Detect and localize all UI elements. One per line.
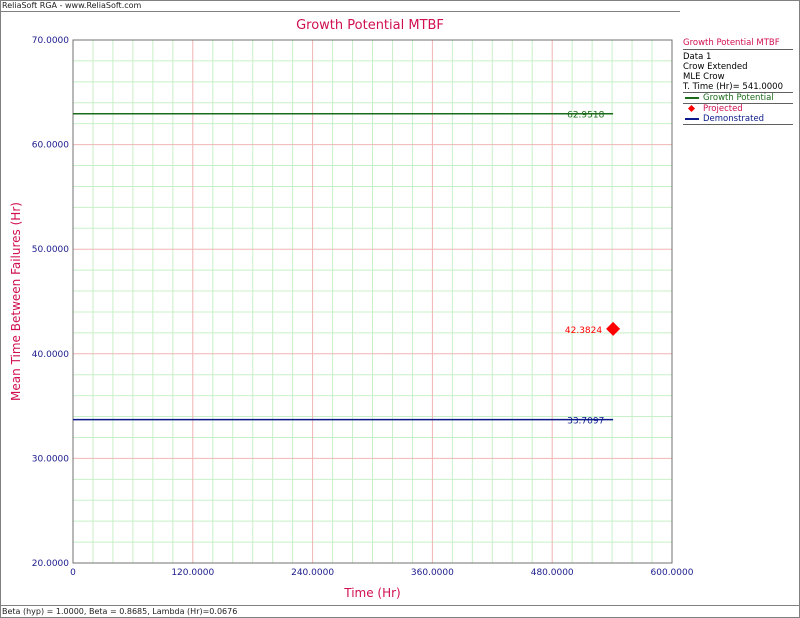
legend-item-growth-potential: Growth Potential (683, 93, 793, 104)
footer-divider (0, 605, 800, 606)
legend-title: Growth Potential MTBF (683, 38, 780, 48)
y-tick-label: 30.0000 (32, 454, 69, 464)
chart-plot: 0 120.0000 240.0000 360.0000 480.0000 600.000… (9, 36, 694, 600)
x-axis-label: Time (Hr) (343, 586, 401, 600)
data-label-demonstrated: 33.7097 (567, 417, 604, 427)
y-axis-label: Mean Time Between Failures (Hr) (9, 202, 23, 401)
legend-line-method: MLE Crow (683, 72, 725, 82)
x-tick-label: 120.0000 (171, 568, 214, 578)
x-tick-label: 0 (70, 568, 76, 578)
app-footer: Beta (hyp) = 1.0000, Beta = 0.8685, Lamb… (2, 607, 238, 616)
legend-line-dataset: Data 1 (683, 52, 712, 62)
y-tick-label: 70.0000 (32, 36, 69, 46)
legend-item-label: Demonstrated (703, 114, 765, 124)
legend-item-label: Growth Potential (703, 93, 774, 103)
y-tick-label: 40.0000 (32, 350, 69, 360)
x-tick-label: 480.0000 (531, 568, 574, 578)
legend-item-label: Projected (703, 104, 743, 114)
legend-line-icon (685, 97, 699, 99)
x-tick-label: 600.0000 (651, 568, 694, 578)
legend-item-projected: Projected (683, 104, 793, 114)
legend-line-time: T. Time (Hr)= 541.0000 (683, 82, 793, 93)
x-tick-label: 240.0000 (291, 568, 334, 578)
x-tick-label: 360.0000 (411, 568, 454, 578)
data-label-growth-potential: 62.9518 (567, 111, 604, 121)
legend-line-icon (685, 118, 699, 120)
legend-item-demonstrated: Demonstrated (683, 114, 793, 125)
legend-line-model: Crow Extended (683, 62, 748, 72)
y-tick-label: 50.0000 (32, 245, 69, 255)
legend: Growth Potential MTBF Data 1 Crow Extend… (683, 38, 793, 125)
data-label-projected: 42.3824 (565, 326, 602, 336)
legend-divider (683, 49, 793, 50)
legend-diamond-icon (687, 104, 696, 113)
y-tick-label: 60.0000 (32, 141, 69, 151)
y-tick-label: 20.0000 (32, 559, 69, 569)
